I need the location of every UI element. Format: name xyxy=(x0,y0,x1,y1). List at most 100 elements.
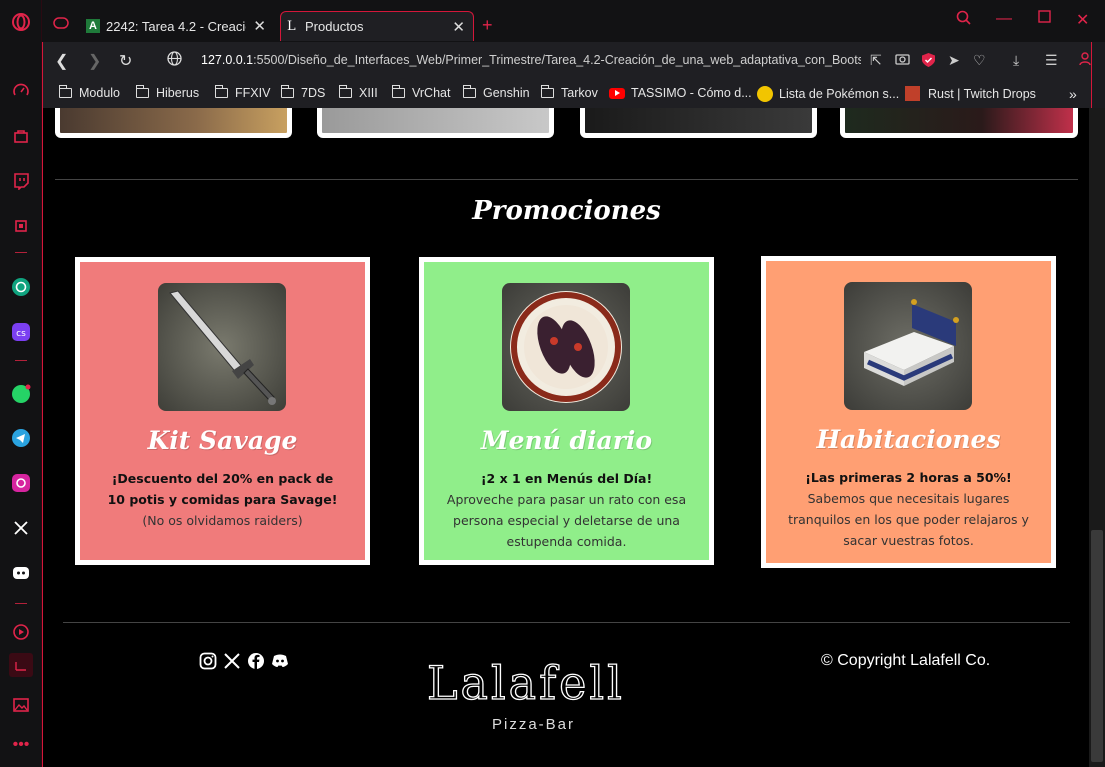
instagram-icon[interactable] xyxy=(199,652,217,672)
promo-card-kit-savage[interactable]: Kit Savage ¡Descuento del 20% en pack de… xyxy=(75,257,370,565)
bookmark-folder[interactable]: XIII xyxy=(338,85,378,100)
bookmark-link[interactable]: Rust | Twitch Drops xyxy=(905,86,1036,101)
tab-favicon: A xyxy=(86,19,100,33)
bookmark-folder[interactable]: 7DS xyxy=(280,85,325,100)
folder-icon xyxy=(214,85,228,98)
promo-card-highlight: ¡2 x 1 en Menús del Día! xyxy=(480,471,653,486)
bookmark-label: XIII xyxy=(359,86,378,100)
tab-bar: A 2242: Tarea 4.2 - Creación d ✕ L Produ… xyxy=(42,0,1105,42)
send-page-icon[interactable]: ⇱ xyxy=(870,52,882,69)
opera-logo-icon[interactable] xyxy=(9,10,33,34)
promo-card-highlight: ¡Descuento del 20% en pack de 10 potis y… xyxy=(107,471,338,507)
browser-window: cs ••• A 2242: Tarea 4.2 - Creaci ✕ L Pr… xyxy=(0,0,1105,767)
discord-sidebar-icon[interactable] xyxy=(9,561,33,585)
promo-card-title: Menú diario xyxy=(480,426,653,455)
active-page-icon[interactable] xyxy=(9,653,33,677)
promo-card-text: ¡Descuento del 20% en pack de 10 potis y… xyxy=(102,468,343,531)
chatsonic-icon[interactable]: cs xyxy=(9,320,33,344)
tab-tarea[interactable]: A 2242: Tarea 4.2 - Creación d ✕ xyxy=(82,11,274,41)
folder-icon xyxy=(135,85,149,98)
dish-image xyxy=(502,283,630,411)
player-icon[interactable] xyxy=(9,620,33,644)
bookmark-folder[interactable]: Modulo xyxy=(58,85,120,100)
product-card-partial[interactable] xyxy=(580,108,817,138)
folder-icon xyxy=(391,85,405,98)
tab-label: Productos xyxy=(305,19,364,34)
bookmark-link[interactable]: Lista de Pokémon s... xyxy=(757,86,899,102)
whatsapp-icon[interactable] xyxy=(9,382,33,406)
footer-logo: Lalafell xyxy=(426,655,625,710)
back-icon[interactable]: ❮ xyxy=(55,51,68,71)
promo-card-description: Aproveche para pasar un rato con esa per… xyxy=(446,492,687,549)
share-icon[interactable]: ➤ xyxy=(948,52,960,69)
product-card-partial[interactable] xyxy=(317,108,554,138)
tab-productos[interactable]: L Productos ✕ xyxy=(280,11,474,41)
maximize-icon[interactable] xyxy=(1038,10,1051,28)
new-tab-icon[interactable]: + xyxy=(482,15,493,36)
bookmark-label: VrChat xyxy=(412,86,451,100)
close-window-icon[interactable]: ✕ xyxy=(1076,10,1089,30)
sword-image xyxy=(158,283,286,411)
search-tabs-icon[interactable] xyxy=(956,10,972,31)
promo-card-description: Sabemos que necesitais lugares tranquilo… xyxy=(788,491,1029,548)
url-host: 127.0.0.1 xyxy=(201,53,254,67)
promo-card-text: ¡2 x 1 en Menús del Día! Aproveche para … xyxy=(446,468,687,552)
discord-icon[interactable] xyxy=(271,652,289,672)
close-tab-icon[interactable]: ✕ xyxy=(452,18,465,36)
telegram-icon[interactable] xyxy=(9,426,33,450)
bookmark-label: Modulo xyxy=(79,86,120,100)
promo-card-title: Kit Savage xyxy=(147,426,298,455)
promo-card-title: Habitaciones xyxy=(816,425,1001,454)
copyright-text: © Copyright Lalafell Co. xyxy=(821,652,991,669)
instagram-sidebar-icon[interactable] xyxy=(9,471,33,495)
profile-icon[interactable] xyxy=(1079,52,1091,69)
gallery-icon[interactable] xyxy=(9,693,33,717)
bookmark-folder[interactable]: FFXIV xyxy=(214,85,270,100)
url-path: :5500/Diseño_de_Interfaces_Web/Primer_Tr… xyxy=(253,53,861,67)
tab-favicon: L xyxy=(287,19,296,34)
address-bar: ❮ ❯ ↻ 127.0.0.1:5500/Diseño_de_Interface… xyxy=(42,42,1092,78)
bookmark-label: Hiberus xyxy=(156,86,200,100)
url-field[interactable]: 127.0.0.1:5500/Diseño_de_Interfaces_Web/… xyxy=(201,53,861,67)
x-twitter-icon[interactable] xyxy=(9,516,33,540)
x-icon[interactable] xyxy=(223,652,241,672)
minimize-icon[interactable]: — xyxy=(996,10,1012,28)
more-icon[interactable]: ••• xyxy=(9,733,33,757)
promotions-heading: Promociones xyxy=(472,196,661,226)
promo-card-text: ¡Las primeras 2 horas a 50%! Sabemos que… xyxy=(788,467,1029,551)
bookmark-folder[interactable]: VrChat xyxy=(391,85,451,100)
speed-dial-icon[interactable] xyxy=(9,79,33,103)
promo-card-habitaciones[interactable]: Habitaciones ¡Las primeras 2 horas a 50%… xyxy=(761,256,1056,568)
bookmark-folder[interactable]: Tarkov xyxy=(540,85,598,100)
camera-icon[interactable] xyxy=(895,52,910,68)
bookmark-label: Genshin xyxy=(483,86,530,100)
scrollbar-thumb[interactable] xyxy=(1091,530,1103,762)
social-links xyxy=(199,652,289,672)
easy-setup-icon[interactable]: ☰ xyxy=(1045,52,1058,69)
close-tab-icon[interactable]: ✕ xyxy=(253,17,266,35)
bed-image xyxy=(844,282,972,410)
bookmark-folder[interactable]: Hiberus xyxy=(135,85,200,100)
forward-icon[interactable]: ❯ xyxy=(88,51,101,71)
facebook-icon[interactable] xyxy=(247,652,265,672)
globe-icon xyxy=(167,51,182,71)
more-bookmarks-icon[interactable]: » xyxy=(1069,86,1077,102)
product-card-partial[interactable] xyxy=(840,108,1078,138)
chatgpt-icon[interactable] xyxy=(9,275,33,299)
product-card-partial[interactable] xyxy=(55,108,292,138)
page-viewport: Promociones Kit Savage ¡Descuento del 20… xyxy=(42,108,1089,767)
bookmark-folder[interactable]: Genshin xyxy=(462,85,530,100)
rust-site-icon xyxy=(905,86,920,101)
bookmark-label: Rust | Twitch Drops xyxy=(928,86,1036,101)
twitch-icon[interactable] xyxy=(9,169,33,193)
adblock-shield-icon[interactable] xyxy=(921,52,936,71)
gamepad-icon[interactable] xyxy=(53,16,69,34)
downloads-icon[interactable]: ⤓ xyxy=(1013,52,1019,69)
shopping-icon[interactable] xyxy=(9,124,33,148)
bookmarks-bar: Modulo Hiberus FFXIV 7DS XIII VrChat Gen… xyxy=(42,78,1092,108)
promo-card-menu-diario[interactable]: Menú diario ¡2 x 1 en Menús del Día! Apr… xyxy=(419,257,714,565)
bookmark-heart-icon[interactable]: ♡ xyxy=(973,52,986,69)
reload-icon[interactable]: ↻ xyxy=(119,51,132,71)
bookmark-link[interactable]: TASSIMO - Cómo d... xyxy=(609,86,752,100)
aria-ai-icon[interactable] xyxy=(9,214,33,238)
